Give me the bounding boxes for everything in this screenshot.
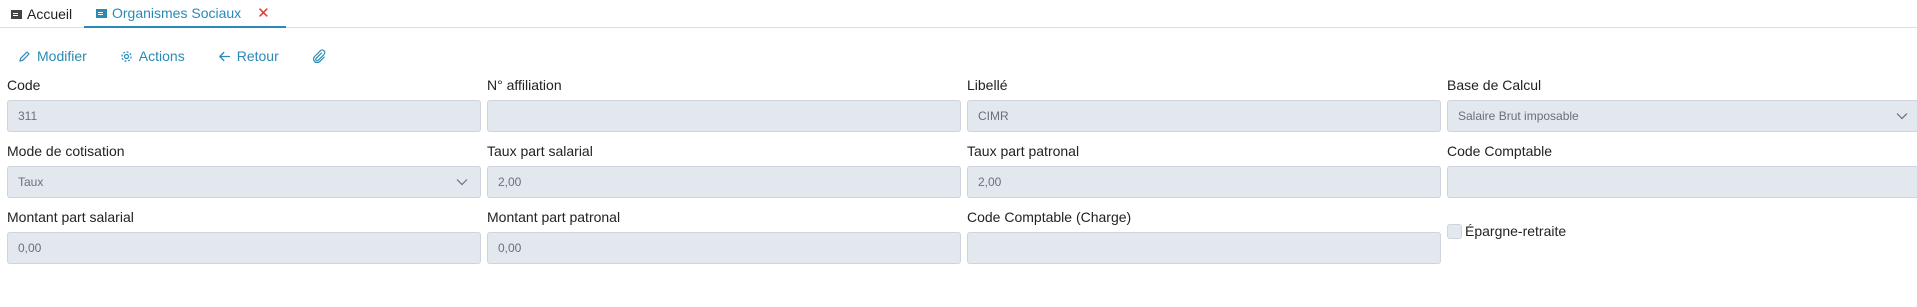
close-icon[interactable]: ✕ [257, 4, 270, 22]
actions-label: Actions [138, 48, 185, 64]
taux-patronal-label: Taux part patronal [967, 143, 1080, 159]
libelle-input[interactable]: CIMR [967, 100, 1441, 132]
montant-salarial-field: Montant part salarial 0,00 [7, 208, 481, 264]
base-calcul-label: Base de Calcul [1447, 77, 1542, 93]
code-input[interactable]: 311 [7, 100, 481, 132]
list-icon [11, 9, 22, 19]
attach-button[interactable] [312, 49, 332, 63]
code-field: Code 311 [7, 76, 481, 132]
montant-patronal-field: Montant part patronal 0,00 [487, 208, 961, 264]
taux-patronal-field: Taux part patronal 2,00 [967, 142, 1441, 198]
mode-cotisation-select[interactable]: Taux [7, 166, 481, 198]
affiliation-label: N° affiliation [487, 77, 562, 93]
libelle-field: Libellé CIMR [967, 76, 1441, 132]
toolbar: Modifier Actions Retour [18, 46, 365, 66]
tab-organismes-sociaux[interactable]: Organismes Sociaux ✕ [84, 0, 286, 28]
montant-patronal-label: Montant part patronal [487, 209, 621, 225]
modifier-label: Modifier [37, 48, 87, 64]
taux-patronal-input[interactable]: 2,00 [967, 166, 1441, 198]
pencil-icon [19, 50, 30, 62]
list-icon [96, 8, 107, 18]
tab-bar: Accueil Organismes Sociaux ✕ [0, 0, 1917, 28]
epargne-retraite-checkbox[interactable] [1447, 223, 1462, 239]
tab-organismes-sociaux-label: Organismes Sociaux [112, 5, 242, 21]
gear-icon [121, 50, 132, 62]
actions-button[interactable]: Actions [120, 48, 185, 64]
code-comptable-charge-label: Code Comptable (Charge) [967, 209, 1132, 225]
chevron-down-icon [1896, 113, 1908, 120]
libelle-label: Libellé [967, 77, 1008, 93]
arrow-left-icon [218, 51, 230, 61]
epargne-retraite-label: Épargne-retraite [1465, 223, 1567, 239]
epargne-retraite-option: Épargne-retraite [1447, 223, 1566, 239]
base-calcul-value: Salaire Brut imposable [1458, 109, 1579, 123]
code-comptable-label: Code Comptable [1447, 143, 1553, 159]
mode-cotisation-field: Mode de cotisation Taux [7, 142, 481, 198]
tab-accueil[interactable]: Accueil [11, 0, 72, 28]
mode-cotisation-label: Mode de cotisation [7, 143, 125, 159]
taux-salarial-label: Taux part salarial [487, 143, 593, 159]
code-comptable-charge-field: Code Comptable (Charge) [967, 208, 1441, 264]
montant-patronal-input[interactable]: 0,00 [487, 232, 961, 264]
mode-cotisation-value: Taux [18, 175, 44, 189]
paperclip-icon [312, 49, 326, 63]
taux-salarial-input[interactable]: 2,00 [487, 166, 961, 198]
affiliation-input[interactable] [487, 100, 961, 132]
chevron-down-icon [456, 179, 468, 186]
retour-button[interactable]: Retour [218, 48, 279, 64]
montant-salarial-label: Montant part salarial [7, 209, 134, 225]
affiliation-field: N° affiliation [487, 76, 961, 132]
code-label: Code [7, 77, 41, 93]
retour-label: Retour [236, 48, 279, 64]
taux-salarial-field: Taux part salarial 2,00 [487, 142, 961, 198]
modifier-button[interactable]: Modifier [18, 48, 87, 64]
tab-accueil-label: Accueil [27, 6, 73, 22]
base-calcul-select[interactable]: Salaire Brut imposable [1447, 100, 1917, 132]
code-comptable-field: Code Comptable [1447, 142, 1917, 198]
code-comptable-input[interactable] [1447, 166, 1917, 198]
base-calcul-field: Base de Calcul Salaire Brut imposable [1447, 76, 1917, 132]
montant-salarial-input[interactable]: 0,00 [7, 232, 481, 264]
code-comptable-charge-input[interactable] [967, 232, 1441, 264]
